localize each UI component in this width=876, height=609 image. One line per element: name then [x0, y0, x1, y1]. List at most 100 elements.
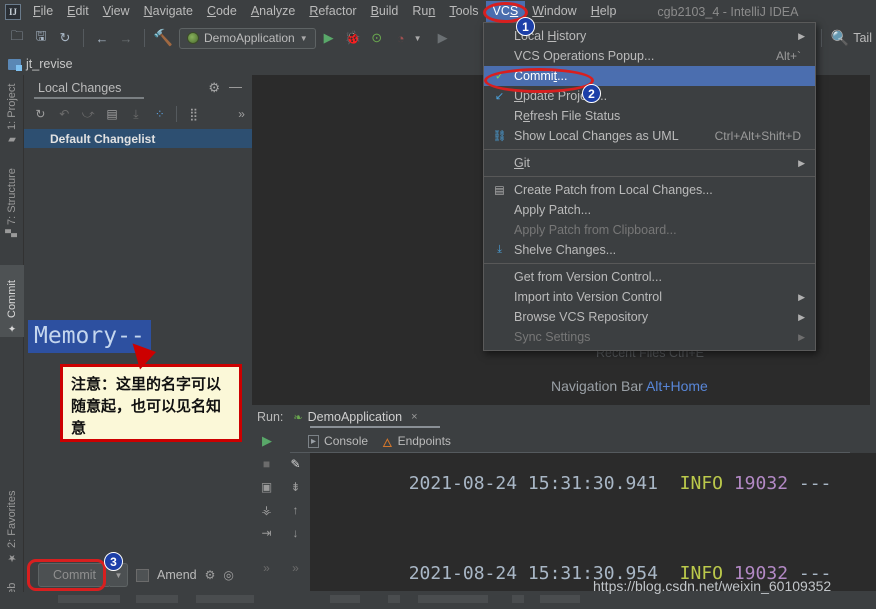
sidebar-item-favorites[interactable]: ★ 2: Favorites [0, 475, 24, 567]
menu-file[interactable]: File [26, 1, 60, 22]
sidebar-item-structure[interactable]: ▞ 7: Structure [0, 155, 24, 241]
annotation-callout: 注意：这里的名字可以随意起，也可以见名知意 [60, 364, 242, 442]
menu-edit[interactable]: Edit [60, 1, 96, 22]
profiler-chevron-down-icon[interactable]: ▼ [414, 34, 422, 43]
uml-diagram-icon: ⛓ [492, 130, 507, 143]
menu-tools[interactable]: Tools [442, 1, 485, 22]
structure-icon: ▞ [6, 229, 18, 237]
menu-item-import-into-version-control[interactable]: Import into Version Control ▶ [484, 287, 815, 307]
down-arrow-icon[interactable]: ↓ [293, 526, 299, 540]
editor-scrollbar[interactable] [870, 75, 876, 405]
local-changes-header: Local Changes ⚙ — [24, 75, 252, 101]
amend-checkbox[interactable] [136, 568, 149, 582]
edit-changelist-icon[interactable]: ▤ [102, 104, 123, 125]
export-icon[interactable]: ⇥ [261, 526, 271, 540]
shelve-silently-icon[interactable]: ⤻ [78, 104, 99, 125]
menu-item-browse-vcs-repository[interactable]: Browse VCS Repository ▶ [484, 307, 815, 327]
scroll-to-end-icon[interactable]: ⇟ [290, 480, 300, 494]
gear-icon[interactable]: ⚙ [208, 80, 220, 96]
run-configuration-label: DemoApplication [204, 31, 295, 45]
run-button[interactable]: ▶ [318, 27, 340, 49]
sync-icon[interactable]: ↻ [54, 27, 76, 49]
rollback-icon[interactable]: ↶ [54, 104, 75, 125]
status-block-4 [330, 595, 360, 603]
up-arrow-icon[interactable]: ↑ [293, 503, 299, 517]
breadcrumb-project-name[interactable]: jt_revise [26, 57, 73, 71]
show-diff-uml-icon[interactable]: ⁘ [149, 104, 170, 125]
menu-analyze[interactable]: Analyze [244, 1, 302, 22]
tab-console[interactable]: ▸ Console [308, 434, 368, 448]
patch-file-icon: ▤ [494, 184, 505, 197]
menu-build[interactable]: Build [364, 1, 406, 22]
sidebar-item-project-label: 1: Project [6, 83, 18, 130]
console-gutter-toolbar: ■ ▣ ⚶ ⇥ » ✎ ⇟ ↑ ↓ » [252, 453, 310, 591]
menu-code[interactable]: Code [200, 1, 244, 22]
forward-arrow-icon[interactable]: → [115, 27, 137, 49]
toolbar-divider-1 [83, 29, 84, 47]
close-icon[interactable]: × [411, 411, 417, 423]
tail-label[interactable]: Tail [853, 31, 876, 45]
help-circle-icon[interactable]: ◎ [223, 568, 233, 582]
menu-item-shelve-changes[interactable]: ⤓ Shelve Changes... [484, 240, 815, 260]
save-all-icon[interactable]: 🖫 [30, 27, 52, 49]
menu-item-commit[interactable]: ✓ Commit... [484, 66, 815, 86]
local-changes-tool-window: Local Changes ⚙ — ↻ ↶ ⤻ ▤ ⤓ ⁘ ⣿ » Defaul… [24, 75, 252, 535]
sidebar-item-project[interactable]: ▰ 1: Project [0, 77, 24, 149]
menu-item-git[interactable]: Git ▶ [484, 153, 815, 173]
menu-item-get-from-version-control[interactable]: Get from Version Control... [484, 267, 815, 287]
tab-endpoints[interactable]: 🜂 Endpoints [382, 429, 451, 454]
menu-item-apply-patch-from-clipboard: Apply Patch from Clipboard... [484, 220, 815, 240]
menu-item-refresh-file-status[interactable]: Refresh File Status [484, 106, 815, 126]
changelist-row[interactable]: Default Changelist [24, 129, 252, 148]
menu-separator-2 [484, 176, 815, 177]
menu-window[interactable]: Window [525, 1, 583, 22]
chevron-right-icon: ▶ [798, 331, 805, 342]
menu-item-create-patch-from-local-changes[interactable]: ▤ Create Patch from Local Changes... [484, 180, 815, 200]
menu-run[interactable]: Run [405, 1, 442, 22]
screenshot-camera-icon[interactable]: ▣ [261, 480, 272, 494]
stop-icon[interactable]: ■ [263, 457, 270, 471]
refresh-icon[interactable]: ↻ [30, 104, 51, 125]
profiler-icon[interactable]: ◔ [390, 27, 412, 49]
project-folder-icon: ▰ [6, 134, 18, 145]
more-icon[interactable]: » [292, 561, 299, 575]
menu-item-vcs-operations-popup[interactable]: VCS Operations Popup... Alt+` [484, 46, 815, 66]
stop-play-icon[interactable]: ▶ [432, 27, 454, 49]
menu-item-show-local-changes-as-uml[interactable]: ⛓ Show Local Changes as UML Ctrl+Alt+Shi… [484, 126, 815, 146]
navigation-bar-hint-label: Navigation Bar [551, 378, 643, 394]
menu-item-get-from-vc-label: Get from Version Control... [514, 270, 662, 284]
more-icon[interactable]: » [231, 104, 252, 125]
console-output[interactable]: 2021-08-24 15:31:30.941 INFO 19032 --- 2… [310, 453, 876, 591]
run-configuration-selector[interactable]: DemoApplication ▼ [179, 27, 316, 49]
window-title: cgb2103_4 - IntelliJ IDEA [657, 4, 799, 19]
rerun-play-icon[interactable]: ▶ [262, 433, 272, 449]
open-folder-icon[interactable]: 🗀 [6, 27, 28, 49]
run-with-coverage-icon[interactable]: ⊙ [366, 27, 388, 49]
run-tab-label: DemoApplication [307, 410, 403, 424]
build-hammer-icon[interactable]: 🔨 [152, 27, 174, 49]
menu-navigate[interactable]: Navigate [137, 1, 200, 22]
group-by-icon[interactable]: ⣿ [183, 104, 204, 125]
gear-icon[interactable]: ⚙ [205, 568, 216, 582]
soft-wrap-pencil-icon[interactable]: ✎ [290, 457, 300, 471]
commit-button[interactable]: Commit [38, 563, 111, 587]
menu-refactor[interactable]: Refactor [302, 1, 363, 22]
thread-dump-icon[interactable]: ⚶ [261, 503, 271, 517]
menu-item-update-project[interactable]: ↙ Update Project... [484, 86, 815, 106]
menu-item-apply-patch[interactable]: Apply Patch... [484, 200, 815, 220]
back-arrow-icon[interactable]: ← [91, 27, 113, 49]
menu-item-show-local-changes-as-uml-label: Show Local Changes as UML [514, 129, 679, 143]
menu-view[interactable]: View [96, 1, 137, 22]
get-icon[interactable]: ⤓ [126, 104, 147, 125]
minimize-icon[interactable]: — [229, 79, 242, 94]
sidebar-item-favorites-label: 2: Favorites [6, 490, 18, 548]
menu-help[interactable]: Help [584, 1, 624, 22]
status-block-3 [196, 595, 254, 603]
search-icon[interactable]: 🔍 [829, 27, 851, 49]
amend-label: Amend [157, 568, 197, 582]
debug-bug-icon[interactable]: 🐞 [342, 27, 364, 49]
sidebar-item-commit[interactable]: ✦ Commit [0, 265, 24, 337]
run-tab-demoapplication[interactable]: ❧ DemoApplication × [289, 410, 421, 424]
more-icon[interactable]: » [263, 561, 270, 575]
run-subtab-row: ▶ ▸ Console 🜂 Endpoints [252, 429, 876, 453]
